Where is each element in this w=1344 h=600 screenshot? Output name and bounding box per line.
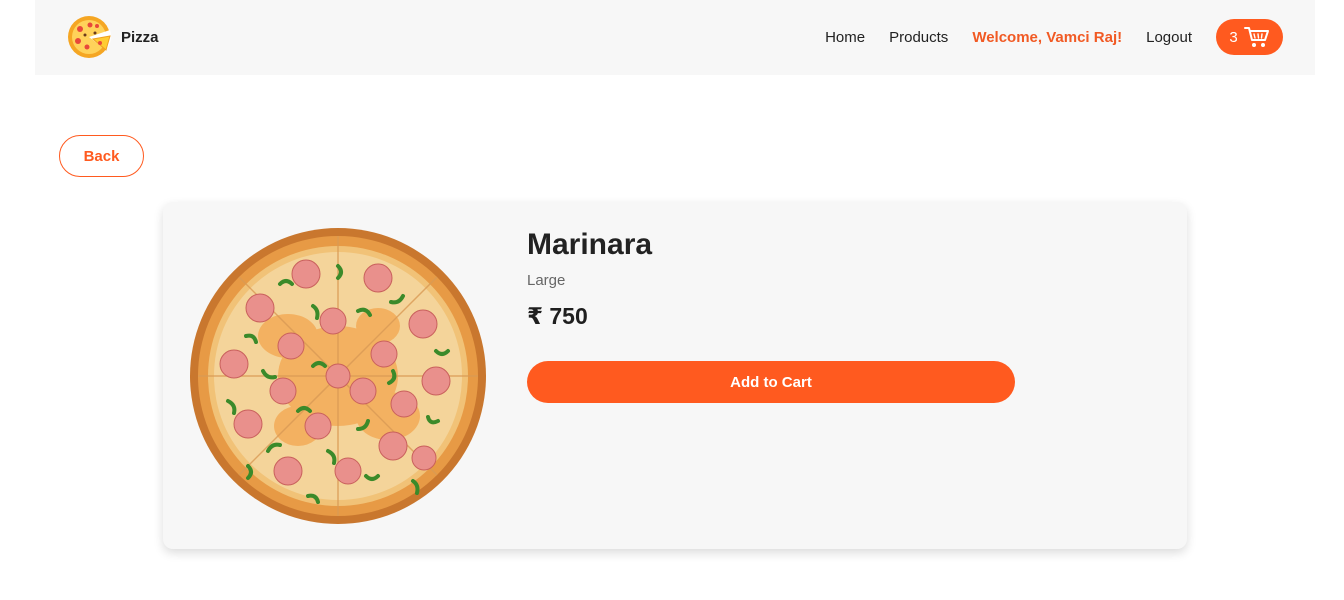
add-to-cart-button[interactable]: Add to Cart: [527, 361, 1015, 403]
brand[interactable]: Pizza: [66, 14, 159, 60]
nav-links: Home Products Welcome, Vamci Raj! Logout…: [825, 19, 1283, 55]
back-button[interactable]: Back: [59, 135, 144, 177]
product-price: ₹ 750: [527, 303, 588, 329]
nav-logout-link[interactable]: Logout: [1146, 29, 1192, 46]
pizza-image: [190, 228, 486, 524]
navbar: Pizza Home Products Welcome, Vamci Raj! …: [35, 0, 1315, 75]
product-info: Marinara Large ₹ 750: [527, 228, 652, 330]
cart-button[interactable]: 3: [1216, 19, 1283, 55]
nav-products-link[interactable]: Products: [889, 29, 948, 46]
welcome-message: Welcome, Vamci Raj!: [972, 28, 1123, 46]
brand-name: Pizza: [121, 28, 159, 46]
nav-home-link[interactable]: Home: [825, 29, 865, 46]
product-card: Marinara Large ₹ 750 Add to Cart: [163, 202, 1187, 549]
product-name: Marinara: [527, 228, 653, 261]
cart-count: 3: [1229, 28, 1238, 46]
shopping-cart-icon: [1243, 27, 1269, 47]
pizza-logo-icon: [68, 16, 111, 58]
product-size: Large: [527, 272, 566, 289]
